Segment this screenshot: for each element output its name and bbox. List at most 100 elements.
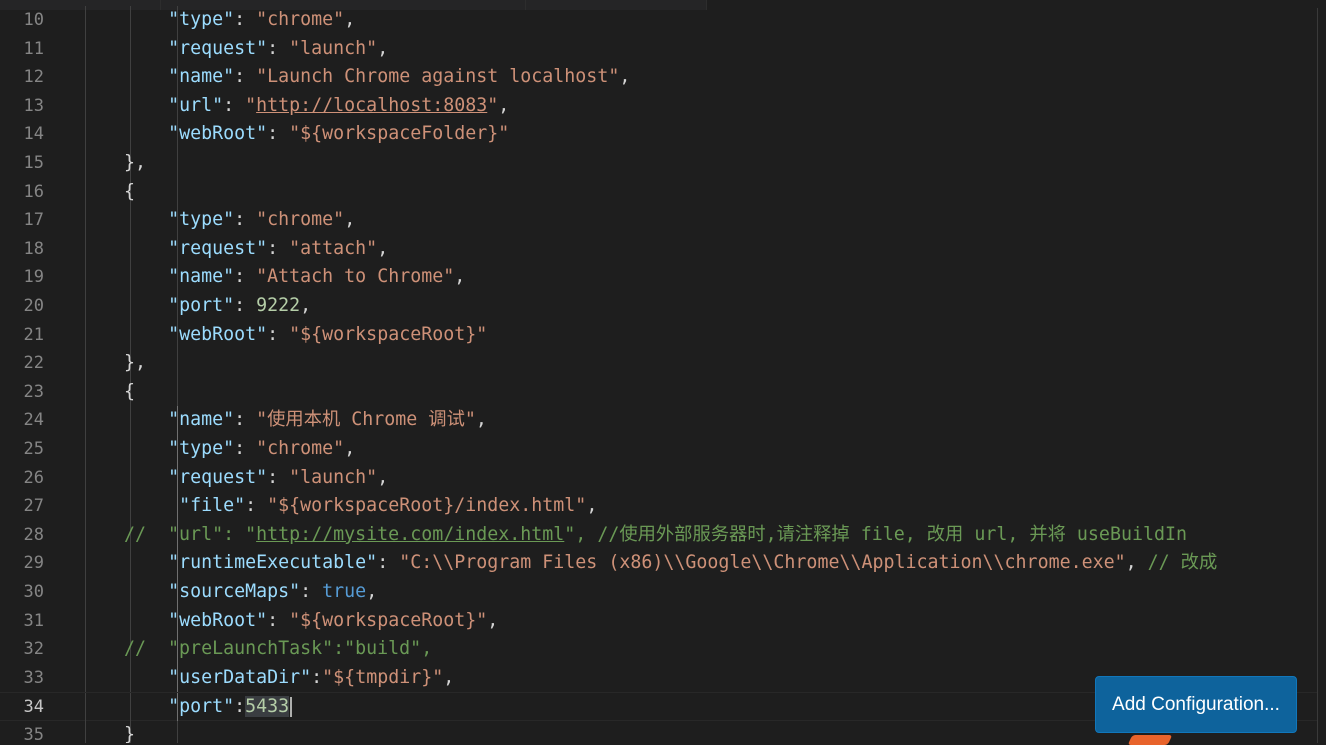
code-token: ": [245, 94, 257, 116]
indent-guide: [177, 721, 178, 743]
code-line[interactable]: 30 "sourceMaps": true,: [0, 578, 1318, 607]
code-line[interactable]: 20 "port": 9222,: [0, 292, 1318, 321]
code-token: true: [322, 581, 367, 602]
code-line[interactable]: 18 "request": "attach",: [0, 234, 1318, 264]
code-line[interactable]: 12 "name": "Launch Chrome against localh…: [0, 63, 1318, 92]
code-line[interactable]: 15 },: [0, 149, 1318, 178]
line-number: 25: [23, 439, 44, 459]
code-line[interactable]: 16 {: [0, 177, 1318, 207]
code-token: :: [234, 66, 257, 88]
line-number: 12: [23, 67, 44, 88]
line-number: 11: [23, 38, 44, 59]
code-line[interactable]: 17 "type": "chrome",: [0, 206, 1318, 235]
code-line[interactable]: 27 "file": "${workspaceRoot}/index.html"…: [0, 492, 1318, 521]
code-token: ,: [377, 237, 389, 259]
line-number: 24: [23, 410, 44, 431]
code-token: "${workspaceRoot}/index.html": [267, 495, 587, 517]
code-text: {: [80, 178, 135, 207]
code-token: "${workspaceFolder}": [289, 123, 510, 145]
code-token: "request": [168, 237, 268, 259]
code-text: "type": "chrome",: [80, 435, 355, 464]
line-number: 33: [23, 667, 44, 688]
line-number: 19: [23, 267, 44, 288]
code-line[interactable]: 11 "request": "launch",: [0, 34, 1318, 64]
code-line[interactable]: 21 "webRoot": "${workspaceRoot}": [0, 320, 1318, 350]
code-token: :: [234, 266, 257, 288]
code-line[interactable]: 22 },: [0, 349, 1318, 378]
code-token: "type": [168, 209, 235, 231]
code-token: // "preLaunchTask":"build",: [80, 638, 433, 660]
code-line[interactable]: 24 "name": "使用本机 Chrome 调试",: [0, 406, 1318, 435]
code-token: "request": [168, 466, 268, 488]
code-line[interactable]: 23 {: [0, 377, 1318, 407]
code-token: "使用本机 Chrome 调试": [256, 409, 476, 431]
code-line[interactable]: 10 "type": "chrome",: [0, 6, 1318, 35]
code-token: "name": [168, 66, 235, 88]
code-line[interactable]: 19 "name": "Attach to Chrome",: [0, 263, 1318, 292]
code-token: :: [267, 466, 290, 488]
code-token: "webRoot": [168, 123, 268, 145]
code-token: "webRoot": [168, 609, 268, 631]
code-line[interactable]: 29 "runtimeExecutable": "C:\\Program Fil…: [0, 549, 1318, 578]
line-number: 21: [23, 324, 44, 345]
line-number: 31: [23, 610, 44, 631]
code-line[interactable]: 14 "webRoot": "${workspaceFolder}": [0, 120, 1318, 149]
code-token: :: [234, 438, 257, 459]
code-line[interactable]: 13 "url": "http://localhost:8083",: [0, 91, 1318, 121]
code-token: :: [234, 409, 257, 431]
code-token: "port": [168, 295, 235, 316]
indent-guide: [177, 177, 178, 207]
code-token: // 改成: [1147, 552, 1218, 574]
code-token: :: [223, 94, 246, 116]
vertical-scrollbar[interactable]: [1317, 8, 1318, 743]
code-token: "name": [168, 409, 235, 431]
code-text: "webRoot": "${workspaceRoot}",: [80, 607, 498, 636]
add-configuration-button[interactable]: Add Configuration...: [1095, 676, 1297, 733]
code-token: ,: [344, 9, 356, 30]
code-token: ,: [344, 438, 356, 459]
code-token: :: [267, 609, 290, 631]
indent-guide: [177, 349, 178, 378]
code-text: "name": "Launch Chrome against localhost…: [80, 63, 630, 92]
code-token: http://localhost:8083: [256, 94, 488, 116]
line-number: 28: [23, 524, 44, 545]
code-token: ,: [475, 409, 487, 431]
code-token: "attach": [289, 237, 378, 259]
code-token: ": [487, 94, 499, 116]
code-token: "runtimeExecutable": [168, 552, 378, 574]
code-text: // "preLaunchTask":"build",: [80, 635, 432, 664]
code-line[interactable]: 32 // "preLaunchTask":"build",: [0, 635, 1318, 664]
code-token: "url": [168, 94, 224, 116]
line-number: 18: [23, 238, 44, 259]
code-token: "sourceMaps": [168, 581, 301, 602]
code-token: },: [80, 152, 147, 173]
code-token: ,: [344, 209, 356, 231]
code-token: :: [267, 237, 290, 259]
code-token: :: [300, 581, 323, 602]
code-line[interactable]: 31 "webRoot": "${workspaceRoot}",: [0, 606, 1318, 636]
code-text: "sourceMaps": true,: [80, 578, 377, 607]
code-token: "chrome": [256, 438, 345, 459]
code-line[interactable]: 28 // "url": "http://mysite.com/index.ht…: [0, 520, 1318, 550]
code-token: :: [234, 209, 257, 231]
code-text: "port":5433: [80, 693, 293, 722]
code-line[interactable]: 25 "type": "chrome",: [0, 435, 1318, 464]
code-text: "request": "attach",: [80, 235, 388, 264]
code-editor[interactable]: 10 "type": "chrome", 11 "request": "launc…: [0, 6, 1318, 743]
code-token: ,: [366, 581, 378, 602]
code-token: 5433: [245, 696, 290, 718]
code-token: http://mysite.com/index.html: [256, 523, 565, 545]
code-line[interactable]: 26 "request": "launch",: [0, 463, 1318, 493]
indent-guide: [177, 149, 178, 178]
code-text: },: [80, 149, 146, 178]
line-number: 14: [23, 124, 44, 145]
